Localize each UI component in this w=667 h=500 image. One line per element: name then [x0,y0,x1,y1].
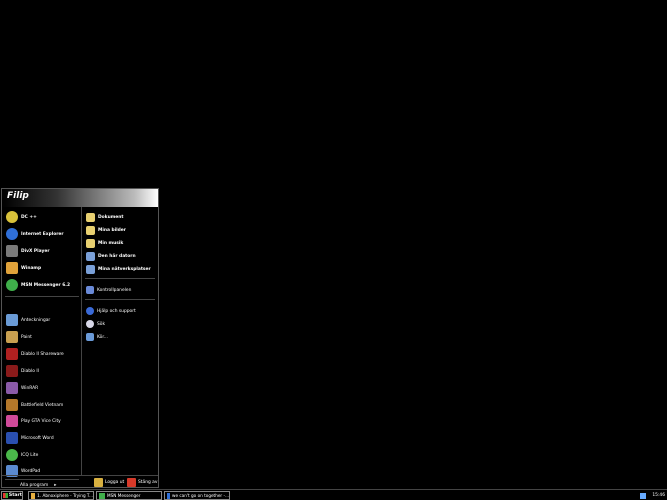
recent-item-diablo[interactable]: Diablo II [6,363,39,379]
taskbar: Start 1. Abnoxiphere - Trying T... MSN M… [0,489,667,500]
pictures-folder-icon [86,225,95,235]
run-icon [86,333,94,341]
icq-icon [6,449,18,461]
start-button[interactable]: Start [1,491,23,500]
recent-item-label: Diablo II [21,368,39,374]
place-label: Dokument [98,214,124,220]
pinned-item-label: DC ++ [21,214,37,220]
start-menu: Filip DC ++ Internet Explorer DivX Playe… [1,188,159,488]
network-places-icon [86,264,95,274]
system-tray: 15:46 [640,491,665,500]
recent-item-word[interactable]: Microsoft Word [6,430,54,446]
winrar-icon [6,382,18,394]
shutdown-label: Stäng av [138,479,158,485]
logoff-button[interactable]: Logga ut [94,477,124,487]
search-label: Sök [97,321,106,327]
shutdown-button[interactable]: Stäng av [127,477,157,487]
place-label: Min musik [98,240,124,246]
place-label: Den här datorn [98,253,136,259]
msn-messenger-icon [99,492,105,499]
pinned-item-divx-player[interactable]: DivX Player [6,243,49,259]
recent-item-label: Microsoft Word [21,435,54,441]
run-item[interactable]: Kör... [86,329,108,345]
recent-item-paint[interactable]: Paint [6,329,32,345]
start-label: Start [8,493,22,498]
recent-item-winrar[interactable]: WinRAR [6,380,38,396]
clock[interactable]: 15:46 [652,493,665,498]
recent-item-diablo-shareware[interactable]: Diablo II Shareware [6,346,64,362]
recent-item-label: Anteckningar [21,317,51,323]
recent-item-gta-vice-city[interactable]: Play GTA Vice City [6,413,61,429]
run-label: Kör... [97,334,108,340]
separator [85,299,155,300]
place-label: Mina bilder [98,227,126,233]
windows-logo-icon [3,493,8,498]
diablo-shareware-icon [6,348,18,360]
control-panel-label: Kontrollpanelen [97,287,132,293]
gta-vice-city-icon [6,415,18,427]
shutdown-icon [127,477,136,487]
recent-item-label: Battlefield Vietnam [21,402,64,408]
my-computer-icon [86,251,95,261]
pinned-item-label: MSN Messenger 6.2 [21,282,71,288]
start-menu-programs: DC ++ Internet Explorer DivX Player Wina… [2,207,82,488]
pinned-item-dcpp[interactable]: DC ++ [6,209,37,225]
taskbar-button-winamp[interactable]: 1. Abnoxiphere - Trying T... [28,491,94,500]
user-name: Filip [7,191,29,201]
pinned-item-label: Winamp [21,265,42,271]
recent-item-battlefield[interactable]: Battlefield Vietnam [6,397,63,413]
start-menu-header: Filip [2,189,158,207]
start-menu-places: Dokument Mina bilder Min musik Den här d… [83,207,158,475]
help-support-label: Hjälp och support [97,308,136,314]
notepad-icon [6,314,18,326]
logoff-label: Logga ut [105,479,125,485]
pinned-item-msn-messenger[interactable]: MSN Messenger 6.2 [6,277,70,293]
place-label: Mina nätverksplatser [98,266,151,272]
network-icon[interactable] [640,492,647,499]
start-menu-footer: Logga ut Stäng av [2,475,158,487]
control-panel-icon [86,286,94,294]
taskbar-button-label: 1. Abnoxiphere - Trying T... [37,493,93,498]
internet-explorer-icon [6,228,18,240]
taskbar-button-label: we can't go on together -... [172,493,229,498]
pinned-item-label: DivX Player [21,248,50,254]
pinned-item-label: Internet Explorer [21,231,64,237]
recent-item-label: Diablo II Shareware [21,351,64,357]
place-network[interactable]: Mina nätverksplatser [86,261,151,277]
recent-item-label: WordPad [21,468,41,474]
logoff-icon [94,477,103,487]
word-icon [6,432,18,444]
internet-explorer-icon [167,492,171,499]
divx-player-icon [6,245,18,257]
winamp-icon [6,262,18,274]
recent-item-label: Paint [21,334,32,340]
msn-messenger-icon [6,279,18,291]
recent-item-label: WinRAR [21,385,39,391]
dcpp-icon [6,211,18,223]
recent-item-label: Play GTA Vice City [21,418,61,424]
battlefield-icon [6,399,18,411]
recent-item-label: ICQ Lite [21,452,39,458]
pinned-item-winamp[interactable]: Winamp [6,260,41,276]
taskbar-button-label: MSN Messenger [107,493,141,498]
taskbar-button-internet-explorer[interactable]: we can't go on together -... [164,491,230,500]
recent-item-icq[interactable]: ICQ Lite [6,447,38,463]
documents-folder-icon [86,212,95,222]
help-icon [86,307,94,315]
winamp-icon [31,492,36,499]
pinned-item-internet-explorer[interactable]: Internet Explorer [6,226,64,242]
separator [85,278,155,279]
taskbar-button-msn[interactable]: MSN Messenger [96,491,162,500]
control-panel-item[interactable]: Kontrollpanelen [86,282,131,298]
recent-item-notepad[interactable]: Anteckningar [6,312,50,328]
search-icon [86,320,94,328]
separator [5,296,79,297]
diablo-icon [6,365,18,377]
paint-icon [6,331,18,343]
music-folder-icon [86,238,95,248]
